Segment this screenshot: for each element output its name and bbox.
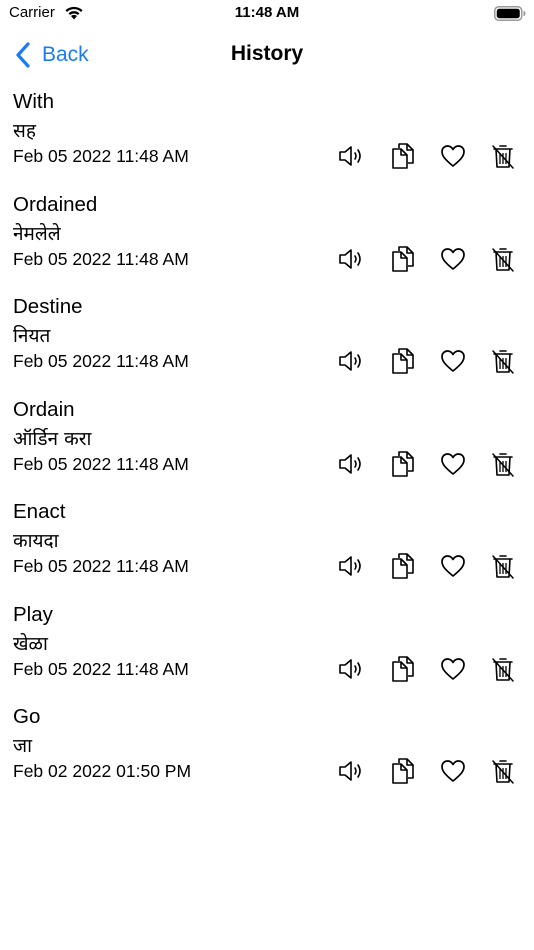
trash-icon[interactable]	[489, 245, 517, 273]
trash-icon[interactable]	[489, 450, 517, 478]
trash-icon[interactable]	[489, 552, 517, 580]
copy-icon[interactable]	[389, 347, 417, 375]
battery-icon	[494, 6, 526, 21]
copy-icon[interactable]	[389, 757, 417, 785]
timestamp-text: Feb 02 2022 01:50 PM	[13, 761, 192, 781]
heart-icon[interactable]	[439, 552, 467, 580]
timestamp-text: Feb 05 2022 11:48 AM	[13, 453, 189, 474]
trash-icon[interactable]	[489, 655, 517, 683]
history-row[interactable]: Enact कायदा Feb 05 2022 11:48 AM	[0, 496, 534, 599]
timestamp-text: Feb 05 2022 11:48 AM	[13, 248, 189, 269]
copy-icon[interactable]	[389, 655, 417, 683]
word-text: Enact	[13, 500, 66, 523]
navigation-bar: Back History	[0, 30, 534, 80]
history-row[interactable]: Ordained नेमलेले Feb 05 2022 11:48 AM	[0, 189, 534, 292]
translation-text: नियत	[13, 325, 51, 347]
heart-icon[interactable]	[439, 347, 467, 375]
speaker-icon[interactable]	[337, 450, 365, 478]
speaker-icon[interactable]	[337, 552, 365, 580]
word-text: With	[13, 90, 54, 113]
history-row[interactable]: Destine नियत Feb 05 2022 11:48 AM	[0, 291, 534, 394]
translation-text: ऑर्डिन करा	[13, 427, 92, 450]
timestamp-text: Feb 05 2022 11:48 AM	[13, 351, 189, 371]
translation-text: सह	[13, 120, 36, 142]
translation-text: नेमलेले	[13, 222, 61, 245]
heart-icon[interactable]	[439, 245, 467, 273]
history-row[interactable]: Play खेळा Feb 05 2022 11:48 AM	[0, 599, 534, 702]
heart-icon[interactable]	[439, 655, 467, 683]
timestamp-text: Feb 05 2022 11:48 AM	[13, 658, 189, 679]
trash-icon[interactable]	[489, 347, 517, 375]
speaker-icon[interactable]	[337, 347, 365, 375]
heart-icon[interactable]	[439, 142, 467, 170]
history-row[interactable]: With सह Feb 05 2022 11:48 AM	[0, 86, 534, 189]
speaker-icon[interactable]	[337, 245, 365, 273]
word-text: Destine	[13, 295, 83, 318]
word-text: Go	[13, 705, 41, 728]
history-row[interactable]: Ordain ऑर्डिन करा Feb 05 2022 11:48 AM	[0, 394, 534, 497]
status-time: 11:48 AM	[234, 4, 300, 21]
copy-icon[interactable]	[389, 552, 417, 580]
copy-icon[interactable]	[389, 245, 417, 273]
timestamp-text: Feb 05 2022 11:48 AM	[13, 146, 189, 166]
word-text: Play	[13, 602, 53, 626]
translation-text: कायदा	[13, 530, 59, 552]
trash-icon[interactable]	[489, 142, 517, 170]
history-row[interactable]: Go जा Feb 02 2022 01:50 PM	[0, 701, 534, 804]
speaker-icon[interactable]	[337, 757, 365, 785]
trash-icon[interactable]	[489, 757, 517, 785]
copy-icon[interactable]	[389, 450, 417, 478]
page-title: History	[230, 42, 304, 65]
timestamp-text: Feb 05 2022 11:48 AM	[13, 556, 189, 576]
speaker-icon[interactable]	[337, 655, 365, 683]
heart-icon[interactable]	[439, 450, 467, 478]
word-text: Ordained	[13, 192, 98, 216]
translation-text: खेळा	[13, 632, 48, 655]
translation-text: जा	[13, 735, 33, 757]
speaker-icon[interactable]	[337, 142, 365, 170]
status-bar: Carrier 11:48 AM	[0, 0, 534, 28]
history-list: With सह Feb 05 2022 11:48 AM Ordained ने…	[0, 86, 534, 804]
heart-icon[interactable]	[439, 757, 467, 785]
copy-icon[interactable]	[389, 142, 417, 170]
word-text: Ordain	[13, 397, 75, 421]
